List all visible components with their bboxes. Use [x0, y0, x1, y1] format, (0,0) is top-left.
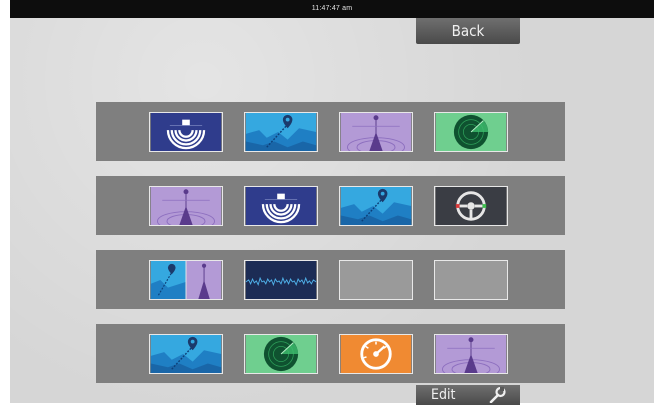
favorites-row-1 [96, 102, 565, 161]
tile-chart[interactable] [339, 186, 413, 226]
clock: 11:47:47 am [311, 5, 353, 12]
chart-icon [150, 335, 222, 373]
tile-sonar[interactable] [149, 112, 223, 152]
tile-radar[interactable] [244, 334, 318, 374]
tile-autopilot[interactable] [434, 334, 508, 374]
chart-icon [245, 113, 317, 151]
tile-radar[interactable] [434, 112, 508, 152]
tile-sonar[interactable] [244, 186, 318, 226]
edit-label: Edit [431, 387, 456, 403]
autopilot-icon [435, 335, 507, 373]
tile-chart[interactable] [244, 112, 318, 152]
sonar-icon [150, 113, 222, 151]
tile-echo[interactable] [244, 260, 318, 300]
tile-empty[interactable] [434, 260, 508, 300]
steering-wheel-icon [435, 187, 507, 225]
tile-chart-autopilot-split[interactable] [149, 260, 223, 300]
chart-icon [340, 187, 412, 225]
tile-empty[interactable] [339, 260, 413, 300]
favorites-row-3 [96, 250, 565, 309]
autopilot-icon [340, 113, 412, 151]
radar-icon [245, 335, 317, 373]
home-screen: 11:47:47 am Back Edit [10, 0, 654, 405]
back-button[interactable]: Back [416, 18, 520, 44]
wrench-icon [488, 386, 506, 407]
echo-waveform-icon [245, 261, 317, 299]
status-bar: 11:47:47 am [10, 0, 654, 18]
favorites-row-4 [96, 324, 565, 383]
chart-autopilot-split-icon [150, 261, 222, 299]
autopilot-icon [150, 187, 222, 225]
edit-button[interactable]: Edit [416, 385, 520, 405]
tile-autopilot[interactable] [339, 112, 413, 152]
favorites-row-2 [96, 176, 565, 235]
radar-icon [435, 113, 507, 151]
gauge-icon [340, 335, 412, 373]
tile-autopilot[interactable] [149, 186, 223, 226]
tile-steering[interactable] [434, 186, 508, 226]
sonar-icon [245, 187, 317, 225]
tile-gauge[interactable] [339, 334, 413, 374]
tile-chart[interactable] [149, 334, 223, 374]
